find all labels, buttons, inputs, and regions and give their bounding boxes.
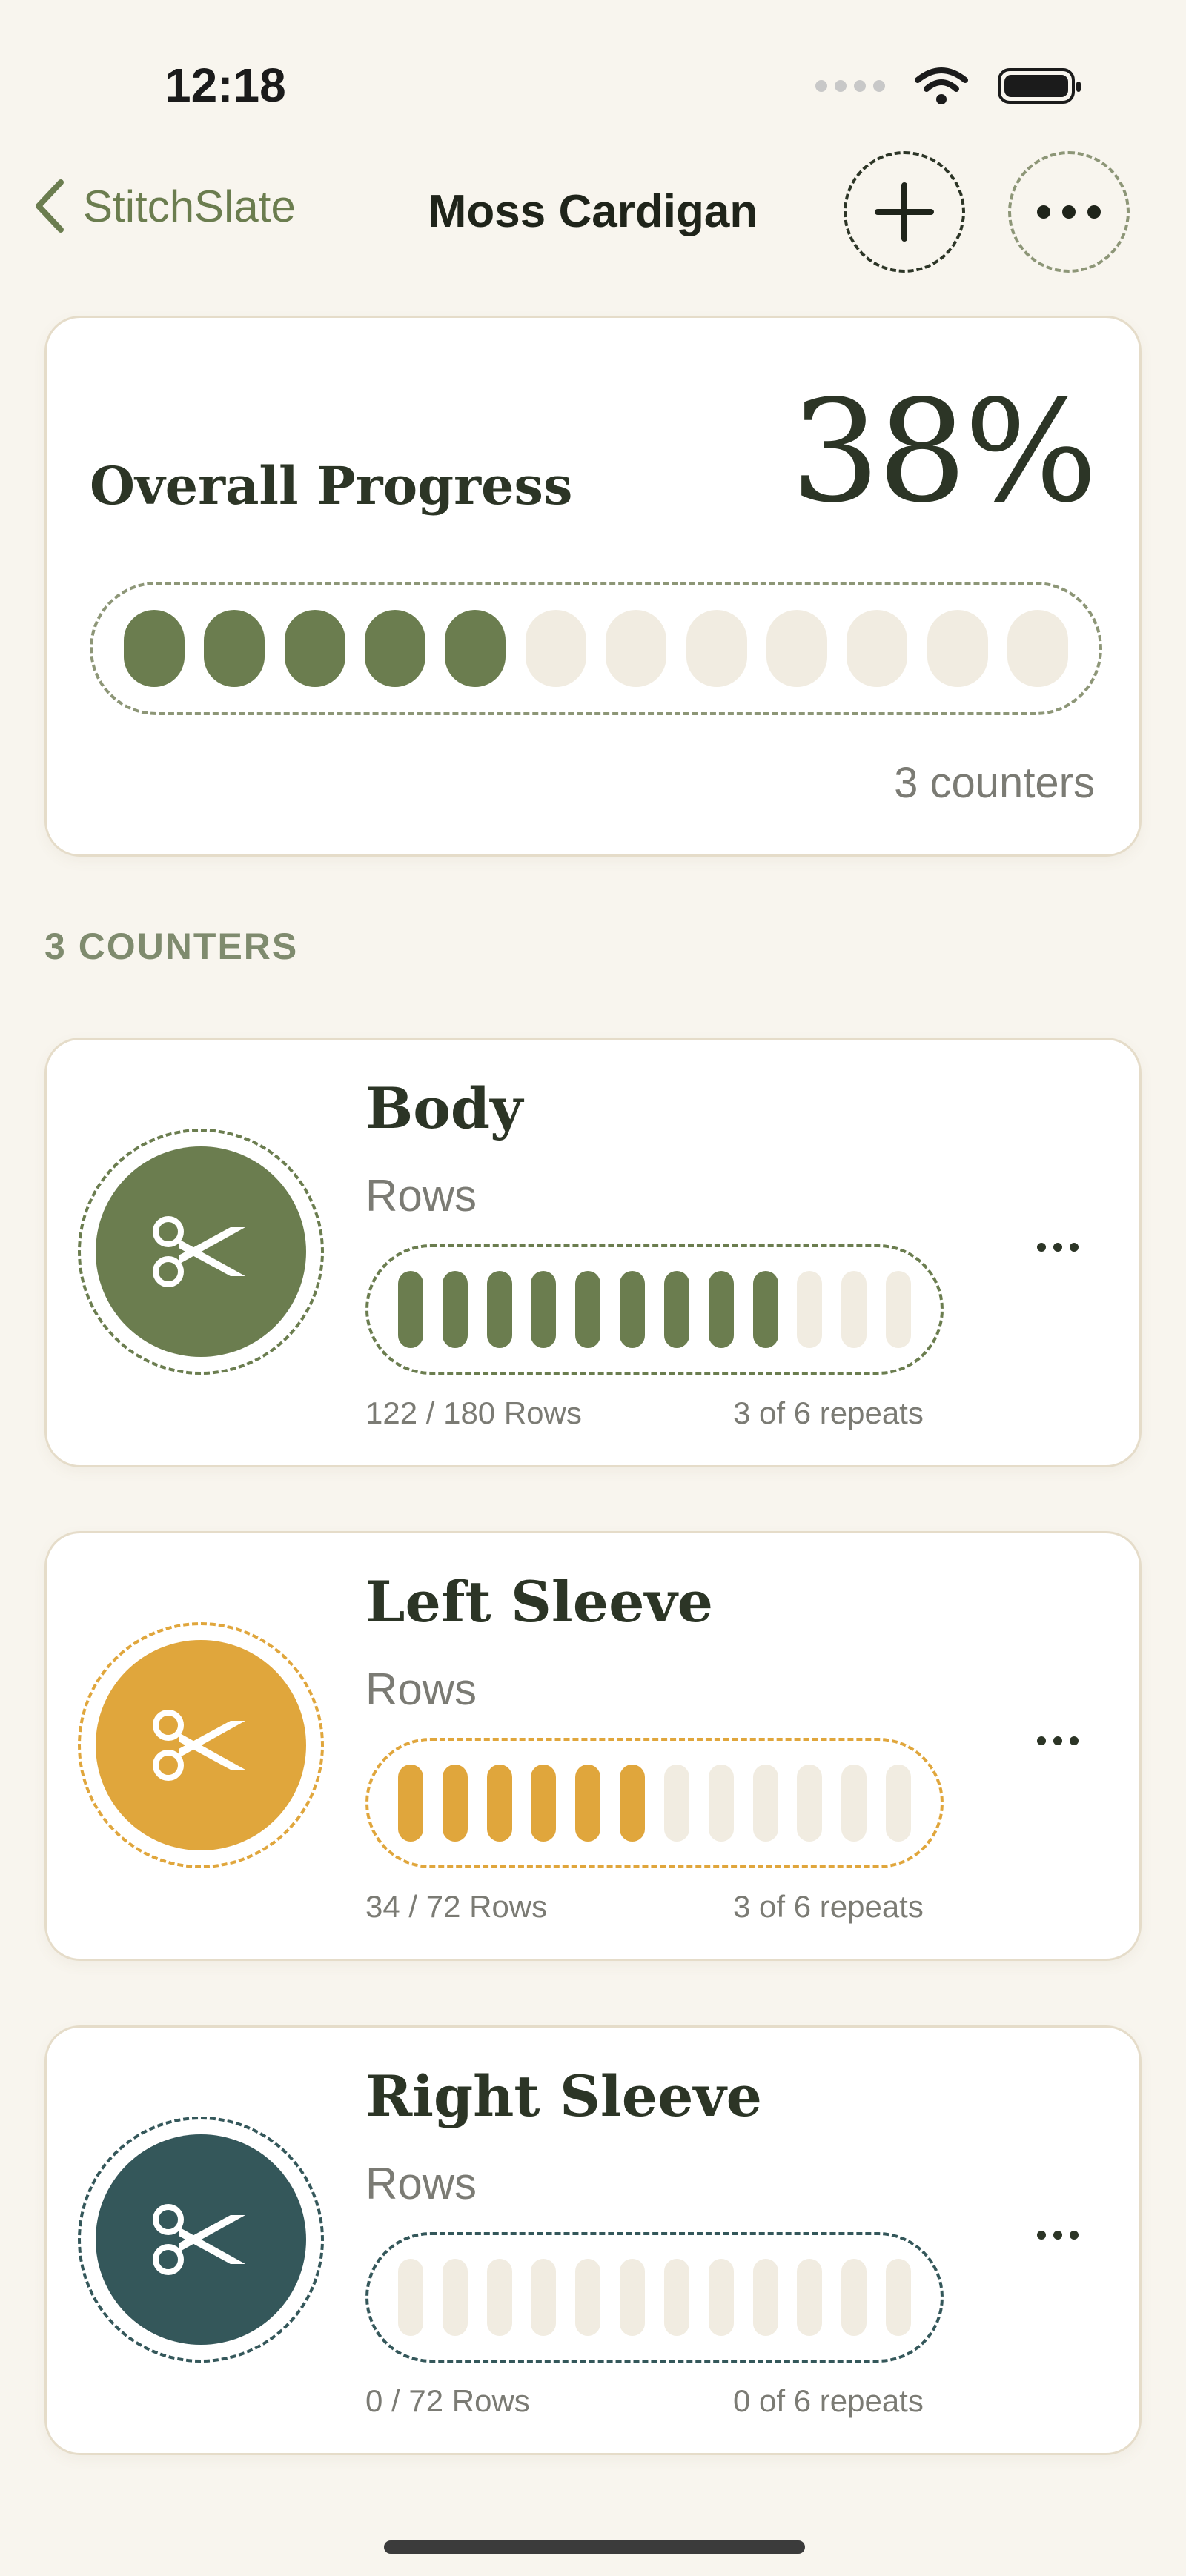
progress-segment-empty [766,610,827,687]
progress-segment-filled [398,1765,423,1842]
counter-progress-bar [365,2232,944,2363]
progress-segment-filled [398,1271,423,1348]
progress-segment-empty [847,610,908,687]
progress-segment-empty [525,610,586,687]
progress-segment-empty [927,610,988,687]
progress-segment-empty [885,1765,911,1842]
counter-menu-button[interactable] [1024,1225,1092,1269]
progress-segment-filled [620,1271,646,1348]
progress-segment-empty [885,2259,911,2336]
counter-unit: Rows [365,1664,477,1714]
home-indicator [384,2540,805,2554]
cellular-signal-icon [815,80,885,92]
progress-segment-empty [797,2259,823,2336]
progress-segment-empty [841,2259,867,2336]
progress-segment-empty [663,1765,689,1842]
scissors-icon [153,1216,245,1287]
status-icons [815,65,1081,107]
battery-icon [998,68,1081,104]
progress-segment-empty [885,1271,911,1348]
progress-segment-filled [708,1271,734,1348]
counter-icon-ring[interactable] [78,1622,324,1868]
counter-repeats-text: 3 of 6 repeats [733,1395,924,1430]
progress-segment-filled [442,1765,468,1842]
progress-segment-filled [531,1765,557,1842]
progress-segment-empty [797,1271,823,1348]
counter-rows-text: 0 / 72 Rows [365,2383,530,2418]
counter-card-left-sleeve[interactable]: Left Sleeve Rows 34 / 72 Rows 3 of 6 rep… [44,1531,1142,1961]
progress-segment-filled [445,610,506,687]
counter-card-body[interactable]: Body Rows 122 / 180 Rows 3 of 6 repeats [44,1038,1142,1467]
progress-segment-filled [575,1765,601,1842]
progress-segment-empty [752,2259,778,2336]
counter-unit: Rows [365,1171,477,1221]
progress-segment-empty [841,1765,867,1842]
plus-icon [875,182,934,242]
progress-segment-empty [442,2259,468,2336]
counter-name: Left Sleeve [365,1569,714,1635]
progress-segment-empty [663,2259,689,2336]
overall-progress-percent: 38% [790,370,1098,534]
overall-progress-label: Overall Progress [90,455,573,517]
progress-segment-filled [284,610,345,687]
status-time: 12:18 [165,59,286,112]
counter-icon-ring[interactable] [78,1129,324,1375]
progress-segment-filled [442,1271,468,1348]
progress-segment-empty [1007,610,1068,687]
progress-segment-empty [708,2259,734,2336]
counter-unit: Rows [365,2159,477,2208]
counter-card-right-sleeve[interactable]: Right Sleeve Rows 0 / 72 Rows 0 of 6 rep… [44,2025,1142,2455]
progress-segment-filled [752,1271,778,1348]
counter-rows-text: 122 / 180 Rows [365,1395,582,1430]
more-options-button[interactable] [1008,151,1130,273]
progress-segment-filled [531,1271,557,1348]
progress-segment-empty [531,2259,557,2336]
ellipsis-icon [1037,205,1101,219]
counter-menu-button[interactable] [1024,2213,1092,2257]
overall-progress-card: Overall Progress 38% 3 counters [44,316,1142,857]
counter-repeats-text: 0 of 6 repeats [733,2383,924,2418]
progress-segment-empty [708,1765,734,1842]
counter-menu-button[interactable] [1024,1719,1092,1763]
overall-progress-bar [90,582,1102,715]
counter-progress-bar [365,1244,944,1375]
counter-count: 3 counters [894,759,1095,807]
progress-segment-filled [486,1271,512,1348]
progress-segment-filled [575,1271,601,1348]
counter-progress-bar [365,1738,944,1868]
progress-segment-filled [663,1271,689,1348]
counter-icon-disc [96,1146,306,1357]
progress-segment-empty [398,2259,423,2336]
progress-segment-empty [606,610,667,687]
progress-segment-empty [797,1765,823,1842]
counter-rows-text: 34 / 72 Rows [365,1889,548,1924]
progress-segment-filled [124,610,185,687]
progress-segment-filled [486,1765,512,1842]
progress-segment-empty [752,1765,778,1842]
progress-segment-filled [365,610,426,687]
progress-segment-empty [486,2259,512,2336]
counter-name: Body [365,1075,523,1141]
progress-segment-empty [841,1271,867,1348]
progress-segment-filled [204,610,265,687]
progress-segment-filled [620,1765,646,1842]
add-counter-button[interactable] [844,151,965,273]
section-header: 3 COUNTERS [44,926,299,967]
counter-icon-disc [96,1640,306,1850]
progress-segment-empty [686,610,747,687]
counter-name: Right Sleeve [365,2063,762,2129]
wifi-icon [915,67,968,104]
scissors-icon [153,2204,245,2275]
counter-icon-ring[interactable] [78,2117,324,2363]
scissors-icon [153,1710,245,1781]
counter-icon-disc [96,2134,306,2345]
counter-repeats-text: 3 of 6 repeats [733,1889,924,1924]
progress-segment-empty [575,2259,601,2336]
progress-segment-empty [620,2259,646,2336]
